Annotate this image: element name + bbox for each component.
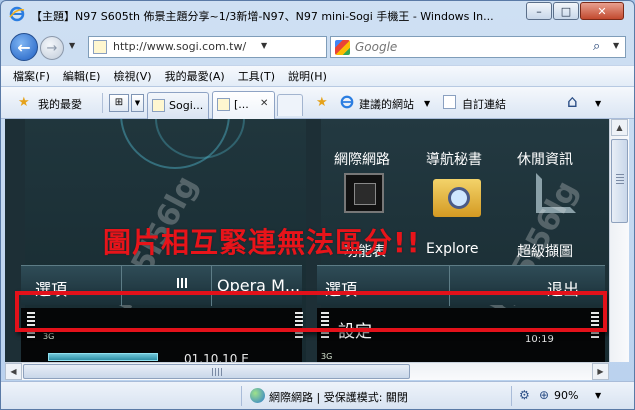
annotation-highlight-box	[15, 291, 607, 332]
custom-links-button[interactable]: 自訂連結	[462, 96, 506, 112]
app-label-explore: Explore	[426, 241, 479, 257]
home-icon[interactable]: ⌂	[567, 92, 578, 112]
chip-icon	[344, 173, 384, 213]
progress-strip	[48, 353, 158, 361]
favorites-button[interactable]: 我的最愛	[38, 96, 82, 112]
home-dropdown-icon[interactable]: ▼	[595, 99, 601, 108]
search-icon[interactable]: ⌕	[593, 39, 600, 54]
menu-bar: 檔案(F) 編輯(E) 檢視(V) 我的最愛(A) 工具(T) 說明(H)	[1, 65, 634, 87]
web-slice-icon	[443, 95, 456, 109]
favorites-star-icon[interactable]: ★	[18, 95, 30, 110]
maximize-button[interactable]: □	[553, 2, 579, 20]
network-type: 3G	[43, 332, 55, 341]
vertical-scroll-thumb[interactable]	[611, 139, 628, 223]
recent-pages-dropdown-icon[interactable]: ▼	[69, 41, 75, 50]
grid-icon	[177, 278, 189, 288]
scroll-up-arrow-icon[interactable]: ▲	[611, 119, 628, 136]
status-divider	[511, 386, 512, 406]
menu-edit[interactable]: 編輯(E)	[63, 68, 101, 84]
window-title: 【主題】N97 S605th 佈景主題分享~1/3新增-N97、N97 mini…	[31, 10, 494, 23]
horizontal-scrollbar[interactable]: ◀ ▶	[5, 362, 609, 380]
ie-logo-icon	[340, 95, 354, 109]
quick-tabs-button[interactable]: ⊞	[109, 94, 129, 112]
page-icon	[152, 99, 165, 112]
suggested-sites-button[interactable]: 建議的網站	[359, 96, 414, 112]
back-button[interactable]: ←	[10, 33, 38, 61]
tab-label: [...	[234, 98, 249, 111]
tab-sogi[interactable]: Sogi...	[147, 92, 209, 119]
vertical-scrollbar[interactable]: ▲	[609, 119, 629, 362]
app-label-navigator: 導航秘書	[426, 152, 482, 168]
tab-active[interactable]: [... ✕	[212, 91, 275, 119]
title-bar: 【主題】N97 S605th 佈景主題分享~1/3新增-N97、N97 mini…	[1, 1, 634, 29]
address-url[interactable]: http://www.sogi.com.tw/	[113, 40, 246, 53]
status-divider	[241, 386, 242, 406]
security-zone-text[interactable]: 網際網路 | 受保護模式: 關閉	[269, 389, 408, 405]
zoom-level[interactable]: 90%	[554, 389, 578, 402]
magnifier-icon	[448, 187, 470, 209]
menu-help[interactable]: 說明(H)	[288, 68, 327, 84]
network-type: 3G	[321, 352, 333, 361]
security-settings-icon[interactable]: ⚙	[519, 388, 530, 402]
address-dropdown-icon[interactable]: ▼	[261, 41, 267, 50]
annotation-caption: 圖片相互緊連無法區分!!	[103, 226, 421, 259]
internet-zone-globe-icon	[250, 388, 265, 403]
tab-label: Sogi...	[169, 99, 204, 112]
page-icon	[93, 40, 107, 54]
tab-list-dropdown-icon[interactable]: ▼	[131, 94, 144, 112]
clock-time: 10:19	[525, 334, 554, 345]
menu-file[interactable]: 檔案(F)	[13, 68, 50, 84]
close-button[interactable]: ✕	[580, 2, 624, 20]
app-label-internet: 網際網路	[334, 152, 390, 168]
ie-logo-icon	[9, 6, 25, 22]
new-tab-button[interactable]	[277, 94, 303, 116]
page-icon	[217, 98, 230, 111]
zoom-dropdown-icon[interactable]: ▼	[595, 391, 601, 400]
scroll-grip	[212, 368, 222, 376]
search-options-dropdown-icon[interactable]: ▼	[613, 41, 619, 50]
menu-tools[interactable]: 工具(T)	[238, 68, 275, 84]
navigation-bar: ← → ▼ http://www.sogi.com.tw/ ▼ ↻ ✕ ⌕ ▼	[1, 29, 634, 65]
search-input[interactable]	[355, 38, 585, 56]
minimize-button[interactable]: –	[526, 2, 552, 20]
scroll-right-arrow-icon[interactable]: ▶	[592, 363, 609, 380]
menu-favorites[interactable]: 我的最愛(A)	[165, 68, 225, 84]
browser-window: 【主題】N97 S605th 佈景主題分享~1/3新增-N97、N97 mini…	[0, 0, 635, 410]
search-box[interactable]: ⌕ ▼	[330, 36, 626, 58]
google-icon	[335, 40, 350, 55]
add-favorite-star-icon[interactable]: ★	[316, 95, 328, 110]
suggested-sites-dropdown-icon[interactable]: ▼	[424, 99, 430, 108]
status-bar: 網際網路 | 受保護模式: 關閉 ⚙ ⊕ 90% ▼	[1, 381, 634, 409]
favorites-tab-bar: ★ 我的最愛 ⊞ ▼ Sogi... [... ✕ ★ 建議的網站 ▼ 自訂連結…	[1, 87, 634, 119]
toolbar-divider	[102, 93, 103, 113]
scroll-left-arrow-icon[interactable]: ◀	[5, 363, 22, 380]
tab-close-icon[interactable]: ✕	[260, 98, 268, 109]
zoom-icon[interactable]: ⊕	[539, 388, 549, 402]
menu-view[interactable]: 檢視(V)	[113, 68, 151, 84]
address-bar[interactable]: http://www.sogi.com.tw/ ▼ ↻ ✕	[88, 36, 399, 58]
app-label-leisure: 休閒資訊	[517, 152, 573, 168]
horizontal-scroll-thumb[interactable]	[23, 364, 410, 379]
forward-button[interactable]: →	[40, 36, 64, 60]
scroll-grip	[616, 174, 624, 184]
